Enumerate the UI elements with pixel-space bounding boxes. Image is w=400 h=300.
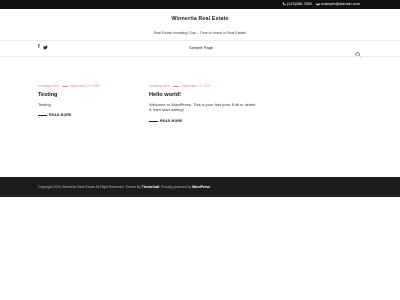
phone-icon: [282, 1, 286, 5]
social-links: f: [38, 45, 48, 52]
post-meta: Uncategorized September 14, 2020: [38, 84, 148, 88]
phone-number: (123)456-7890: [287, 1, 312, 6]
post-card: Uncategorized September 14, 2020 Hello w…: [149, 84, 259, 123]
theme-author-link[interactable]: ThemeCatt: [142, 185, 160, 189]
read-more-label: READ MORE: [160, 118, 183, 123]
site-title[interactable]: Winnertia Real Estate: [0, 16, 400, 22]
read-more-line: [38, 115, 47, 116]
site-footer: Copyright 2020 Winnertia Real Estate All…: [0, 177, 400, 197]
post-date[interactable]: September 14, 2020: [182, 84, 211, 88]
post-meta: Uncategorized September 14, 2020: [149, 84, 259, 88]
search-icon[interactable]: [355, 45, 361, 58]
phone-contact[interactable]: (123)456-7890: [282, 2, 312, 6]
post-card: Uncategorized September 14, 2020 Testing…: [38, 84, 148, 117]
top-bar: (123)456-7890 example@domain.com: [0, 0, 400, 9]
read-more-link[interactable]: READ MORE: [149, 119, 259, 123]
post-date[interactable]: September 14, 2020: [71, 84, 100, 88]
site-branding: Winnertia Real Estate: [0, 16, 400, 22]
meta-separator: [172, 85, 179, 87]
post-title[interactable]: Hello world!: [149, 92, 259, 98]
twitter-icon[interactable]: [42, 45, 48, 52]
site-tagline: Real Estate Investing Club – Time to Inv…: [153, 31, 247, 35]
main-navigation: f Sample Page: [0, 41, 400, 58]
envelope-icon: [316, 2, 320, 5]
copyright-text: Copyright 2020 Winnertia Real Estate All…: [38, 184, 141, 189]
facebook-icon[interactable]: f: [38, 45, 40, 52]
footer-copyright: Copyright 2020 Winnertia Real Estate All…: [38, 184, 210, 189]
nav-divider-bottom: [0, 56, 400, 57]
email-contact[interactable]: example@domain.com: [316, 2, 360, 6]
post-category[interactable]: Uncategorized: [149, 84, 170, 88]
post-excerpt: Welcome to WordPress. This is your first…: [149, 102, 256, 113]
email-address: example@domain.com: [321, 1, 360, 6]
read-more-label: READ MORE: [49, 113, 72, 118]
post-title[interactable]: Testing: [38, 92, 148, 98]
meta-separator: [61, 85, 68, 87]
post-excerpt: Testing: [38, 102, 51, 107]
wordpress-link[interactable]: WordPress: [192, 185, 210, 189]
read-more-link[interactable]: READ MORE: [38, 113, 148, 117]
menu-item-sample-page[interactable]: Sample Page: [189, 45, 213, 50]
post-category[interactable]: Uncategorized: [38, 84, 59, 88]
powered-by-text: Proudly powered by: [161, 184, 192, 189]
read-more-line: [149, 120, 158, 122]
